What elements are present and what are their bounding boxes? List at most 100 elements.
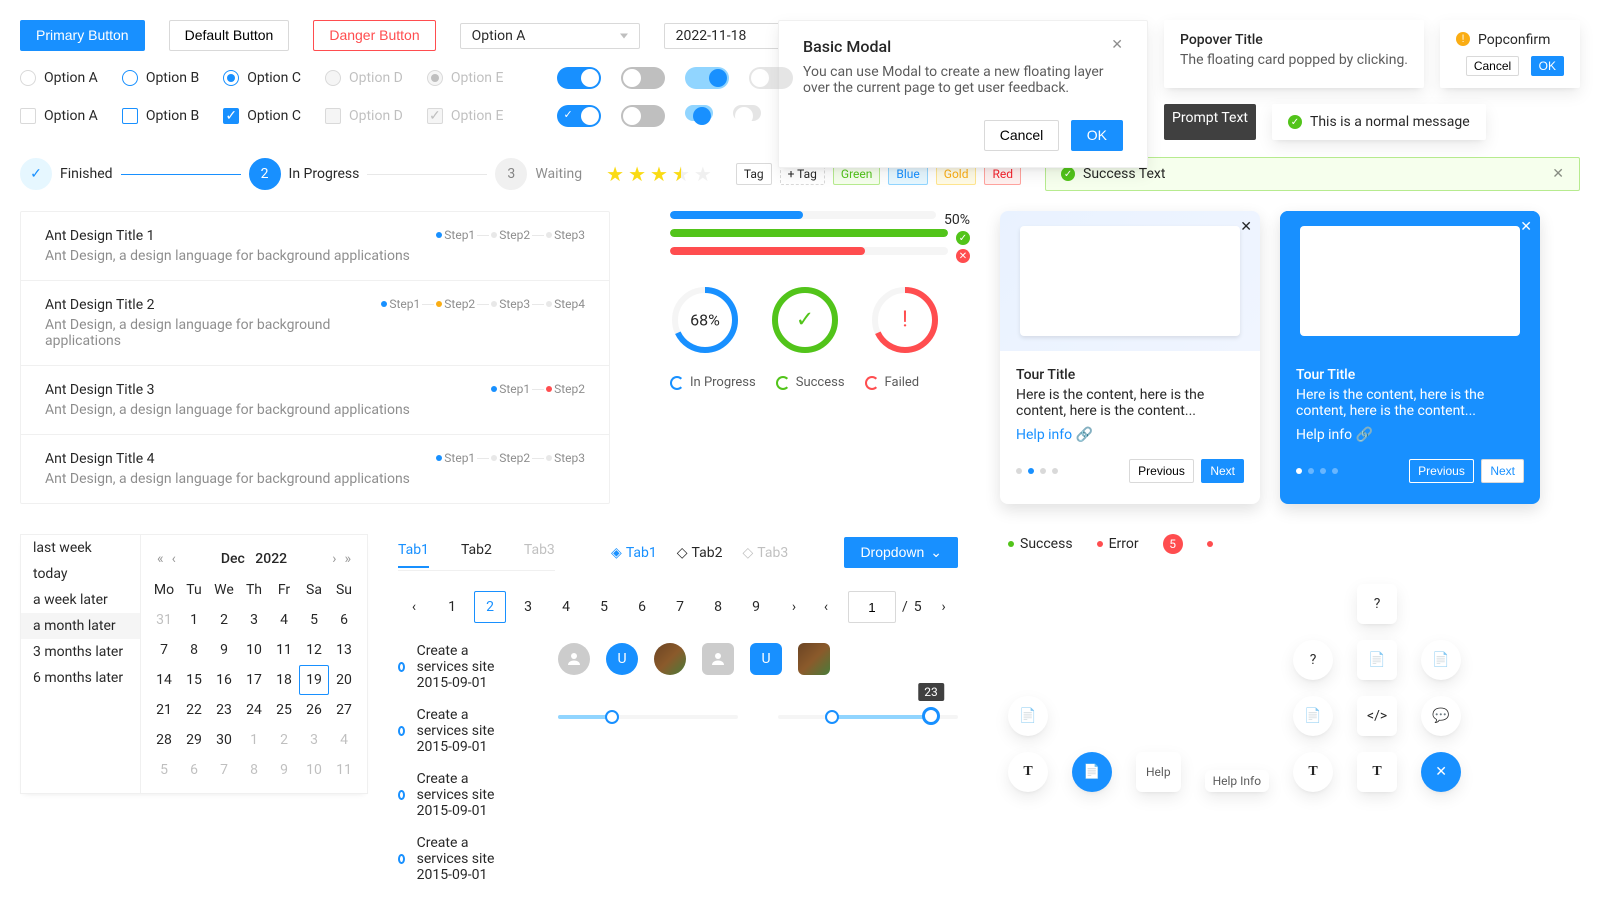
primary-button[interactable]: Primary Button — [20, 20, 145, 51]
help-info-button[interactable]: Help Info — [1205, 770, 1269, 792]
switch-2[interactable] — [621, 67, 665, 89]
page-number[interactable]: 2 — [474, 591, 506, 623]
page-input[interactable] — [848, 591, 896, 623]
switch-5[interactable] — [557, 105, 601, 127]
calendar-day[interactable]: 8 — [239, 755, 269, 785]
calendar-day[interactable]: 22 — [179, 695, 209, 725]
file-primary-button[interactable]: 📄 — [1072, 752, 1112, 792]
calendar-day[interactable]: 9 — [269, 755, 299, 785]
calendar-day[interactable]: 13 — [329, 635, 359, 665]
calendar[interactable]: last weektodaya week latera month later3… — [20, 534, 368, 794]
calendar-day[interactable]: 25 — [269, 695, 299, 725]
calendar-day[interactable]: 19 — [299, 665, 329, 695]
prev-icon[interactable]: ‹ — [398, 591, 430, 623]
tabs[interactable]: Tab1Tab2Tab3 — [398, 534, 555, 571]
code-icon[interactable]: </> — [1357, 696, 1397, 736]
ok-button[interactable]: OK — [1071, 120, 1123, 151]
calendar-year[interactable]: 2022 — [255, 551, 287, 567]
tab[interactable]: Tab1 — [398, 534, 429, 568]
calendar-day[interactable]: 27 — [329, 695, 359, 725]
page-number[interactable]: 6 — [626, 591, 658, 623]
calendar-preset[interactable]: last week — [21, 535, 140, 561]
calendar-day[interactable]: 18 — [269, 665, 299, 695]
calendar-preset[interactable]: 3 months later — [21, 639, 140, 665]
calendar-day[interactable]: 8 — [179, 635, 209, 665]
calendar-day[interactable]: 23 — [209, 695, 239, 725]
danger-button[interactable]: Danger Button — [313, 20, 435, 51]
switch-7[interactable] — [685, 105, 713, 121]
tabs-icon[interactable]: ◈Tab1◇Tab2◇Tab3 — [611, 541, 788, 565]
checkbox-b[interactable] — [122, 108, 138, 124]
file-button[interactable]: 📄 — [1293, 696, 1333, 736]
next-month-icon[interactable]: › — [332, 551, 336, 567]
avatar-image-sq[interactable] — [798, 643, 830, 675]
radio-b[interactable] — [122, 70, 138, 86]
close-icon[interactable]: ✕ — [1552, 166, 1564, 182]
switch-3[interactable] — [685, 67, 729, 89]
rate[interactable]: ★ ★ ★ ★★ ★ — [606, 162, 712, 186]
close-icon[interactable]: ✕ — [1240, 219, 1252, 235]
calendar-day[interactable]: 1 — [179, 605, 209, 635]
calendar-day[interactable]: 31 — [149, 605, 179, 635]
calendar-day[interactable]: 28 — [149, 725, 179, 755]
calendar-day[interactable]: 29 — [179, 725, 209, 755]
calendar-preset[interactable]: 6 months later — [21, 665, 140, 691]
calendar-day[interactable]: 15 — [179, 665, 209, 695]
prev-button[interactable]: Previous — [1409, 459, 1474, 483]
page-number[interactable]: 5 — [588, 591, 620, 623]
calendar-day[interactable]: 24 — [239, 695, 269, 725]
page-number[interactable]: 3 — [512, 591, 544, 623]
switch-1[interactable] — [557, 67, 601, 89]
calendar-day[interactable]: 4 — [269, 605, 299, 635]
calendar-day[interactable]: 7 — [149, 635, 179, 665]
calendar-day[interactable]: 20 — [329, 665, 359, 695]
close-float-button[interactable]: ✕ — [1421, 752, 1461, 792]
page-number[interactable]: 7 — [664, 591, 696, 623]
avatar-icon[interactable] — [558, 643, 590, 675]
next-icon[interactable]: › — [778, 591, 810, 623]
calendar-day[interactable]: 3 — [239, 605, 269, 635]
checkbox-a[interactable] — [20, 108, 36, 124]
page-number[interactable]: 4 — [550, 591, 582, 623]
dropdown-button[interactable]: Dropdown⌄ — [844, 537, 958, 568]
prev-button[interactable]: Previous — [1129, 459, 1194, 483]
avatar-letter[interactable]: U — [606, 643, 638, 675]
prev-month-icon[interactable]: ‹ — [172, 551, 176, 567]
calendar-day[interactable]: 17 — [239, 665, 269, 695]
calendar-day[interactable]: 4 — [329, 725, 359, 755]
next-icon[interactable]: › — [928, 591, 960, 623]
calendar-day[interactable]: 30 — [209, 725, 239, 755]
tab[interactable]: Tab2 — [461, 534, 492, 568]
select-option[interactable]: Option A — [460, 23, 640, 49]
next-button[interactable]: Next — [1201, 459, 1244, 483]
close-icon[interactable]: ✕ — [1520, 219, 1532, 235]
tag[interactable]: Tag — [736, 163, 772, 185]
page-number[interactable]: 8 — [702, 591, 734, 623]
calendar-day[interactable]: 3 — [299, 725, 329, 755]
calendar-day[interactable]: 26 — [299, 695, 329, 725]
prev-year-icon[interactable]: « — [157, 551, 164, 567]
avatar-image[interactable] — [654, 643, 686, 675]
avatar-letter-sq[interactable]: U — [750, 643, 782, 675]
calendar-day[interactable]: 6 — [329, 605, 359, 635]
tab-icon[interactable]: ◇Tab2 — [677, 541, 723, 565]
popconfirm-ok[interactable]: OK — [1531, 56, 1564, 76]
page-number[interactable]: 9 — [740, 591, 772, 623]
calendar-day[interactable]: 7 — [209, 755, 239, 785]
pagination[interactable]: ‹123456789› — [398, 591, 810, 623]
tour-link[interactable]: Help info 🔗 — [1296, 427, 1373, 443]
pagination-simple[interactable]: ‹ / 5 › — [810, 591, 960, 623]
slider-single[interactable] — [558, 715, 738, 719]
next-button[interactable]: Next — [1481, 459, 1524, 483]
calendar-preset[interactable]: today — [21, 561, 140, 587]
popconfirm-cancel[interactable]: Cancel — [1466, 56, 1519, 76]
calendar-day[interactable]: 10 — [299, 755, 329, 785]
calendar-preset[interactable]: a month later — [21, 613, 140, 639]
next-year-icon[interactable]: » — [344, 551, 351, 567]
calendar-month[interactable]: Dec — [221, 551, 245, 567]
calendar-day[interactable]: 10 — [239, 635, 269, 665]
text-button[interactable]: T — [1357, 752, 1397, 792]
question-icon[interactable]: ? — [1293, 640, 1333, 680]
switch-6[interactable] — [621, 105, 665, 127]
calendar-day[interactable]: 11 — [269, 635, 299, 665]
